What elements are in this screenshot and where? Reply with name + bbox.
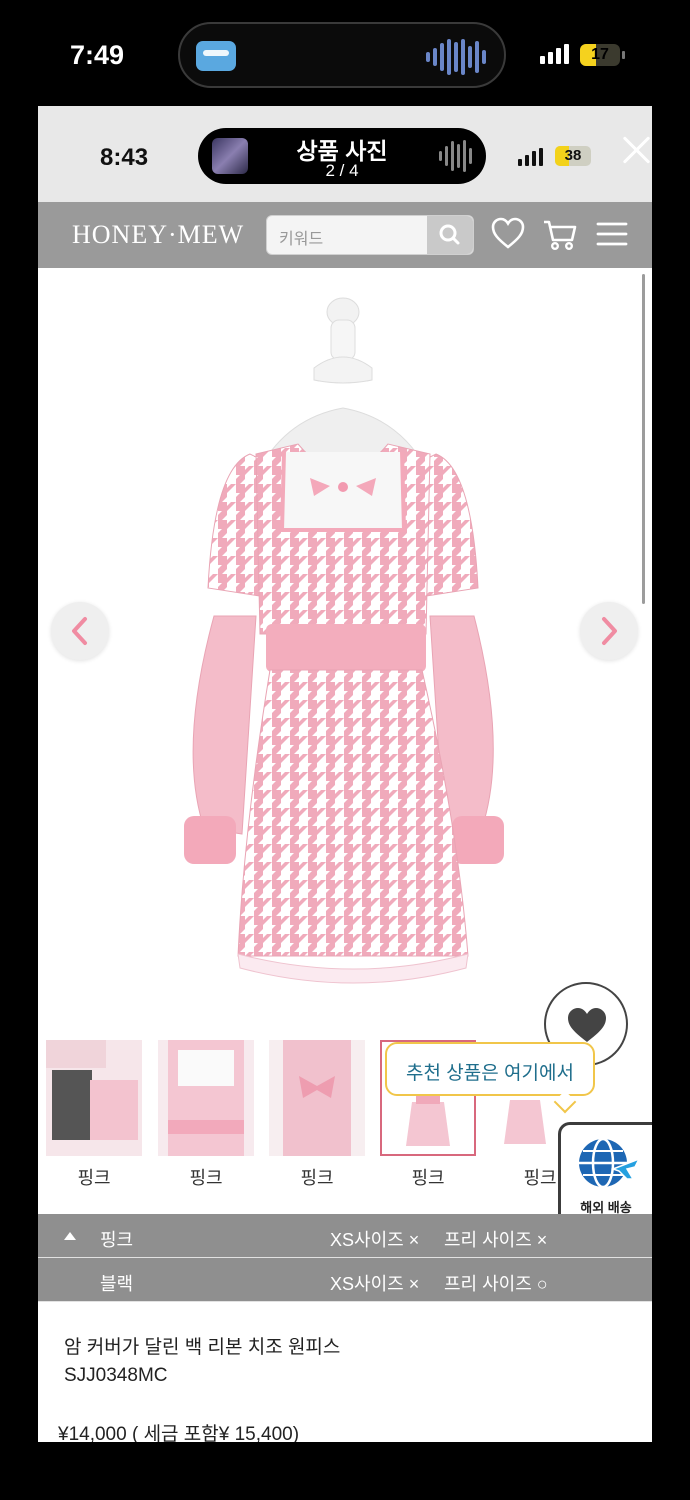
thumbnail-2[interactable]: [158, 1040, 254, 1156]
battery-icon: 17: [580, 44, 620, 66]
chevron-right-icon: [602, 617, 617, 645]
close-icon[interactable]: [620, 134, 652, 166]
search-input[interactable]: 키워드: [279, 225, 323, 249]
signal-icon: [540, 44, 569, 64]
photo-viewer: 8:43 상품 사진 2 / 4 38 HONEY·MEW 키워드 핑크 핑크 …: [38, 106, 652, 1442]
next-image-button[interactable]: [580, 602, 638, 660]
signal-icon: [518, 148, 543, 166]
thumbnail-label: 핑크: [189, 1168, 223, 1188]
product-code: SJJ0348MC: [64, 1365, 168, 1386]
heart-icon[interactable]: [490, 216, 526, 252]
thumbnail-label: 핑크: [77, 1168, 111, 1188]
thumbnail-image: [46, 1040, 142, 1156]
app-icon: [196, 41, 236, 71]
cart-icon[interactable]: [542, 216, 578, 252]
site-logo[interactable]: HONEY·MEW: [72, 220, 244, 250]
overseas-shipping-button[interactable]: 해외 배송: [558, 1122, 652, 1226]
search-icon: [439, 224, 460, 245]
dynamic-island[interactable]: [178, 22, 506, 88]
product-name: 암 커버가 달린 백 리본 치조 원피스: [64, 1337, 341, 1358]
caret-up-icon[interactable]: [64, 1232, 76, 1240]
chevron-left-icon: [72, 617, 87, 645]
viewer-title-island: 상품 사진 2 / 4: [198, 128, 486, 184]
thumbnail-image: [158, 1040, 254, 1156]
option-row[interactable]: 블랙 XS사이즈 × 프리 사이즈 ○: [38, 1258, 652, 1302]
search-box[interactable]: 키워드: [266, 215, 474, 255]
scrollbar[interactable]: [642, 274, 645, 604]
heart-icon: [568, 1008, 606, 1042]
option-color: 핑크: [100, 1230, 134, 1250]
inner-clock: 8:43: [100, 144, 149, 171]
dress-illustration: [184, 297, 504, 984]
battery-icon: 38: [555, 146, 591, 166]
option-size-2[interactable]: 프리 사이즈 ×: [444, 1226, 547, 1252]
menu-icon[interactable]: [594, 216, 630, 252]
tooltip-text: 추천 상품은 여기에서: [406, 1063, 574, 1084]
thumbnail-label: 핑크: [300, 1168, 334, 1188]
globe-plane-icon: [579, 1137, 641, 1189]
battery-cap: [622, 51, 625, 59]
search-button[interactable]: [427, 216, 473, 254]
thumbnail-1[interactable]: [46, 1040, 142, 1156]
product-image[interactable]: [38, 268, 652, 1036]
option-color: 블랙: [100, 1274, 134, 1294]
product-price: ¥14,000 ( 세금 포함¥ 15,400): [58, 1424, 300, 1442]
prev-image-button[interactable]: [51, 602, 109, 660]
audio-wave-icon: [426, 38, 486, 76]
audio-wave-icon: [439, 140, 472, 172]
thumbnail-image: [269, 1040, 365, 1156]
inner-status-bar: 8:43 상품 사진 2 / 4 38: [38, 106, 652, 202]
thumbnail-3[interactable]: [269, 1040, 365, 1156]
outer-status-bar: 7:49 17: [0, 0, 690, 110]
outer-clock: 7:49: [70, 40, 125, 70]
site-header: HONEY·MEW 키워드: [38, 202, 652, 268]
recommend-tooltip[interactable]: 추천 상품은 여기에서: [385, 1042, 595, 1096]
thumbnail-label: 핑크: [411, 1168, 445, 1188]
option-size-1[interactable]: XS사이즈 ×: [330, 1270, 419, 1296]
option-size-1[interactable]: XS사이즈 ×: [330, 1226, 419, 1252]
option-size-2[interactable]: 프리 사이즈 ○: [444, 1270, 548, 1296]
option-row[interactable]: 핑크 XS사이즈 × 프리 사이즈 ×: [38, 1214, 652, 1258]
